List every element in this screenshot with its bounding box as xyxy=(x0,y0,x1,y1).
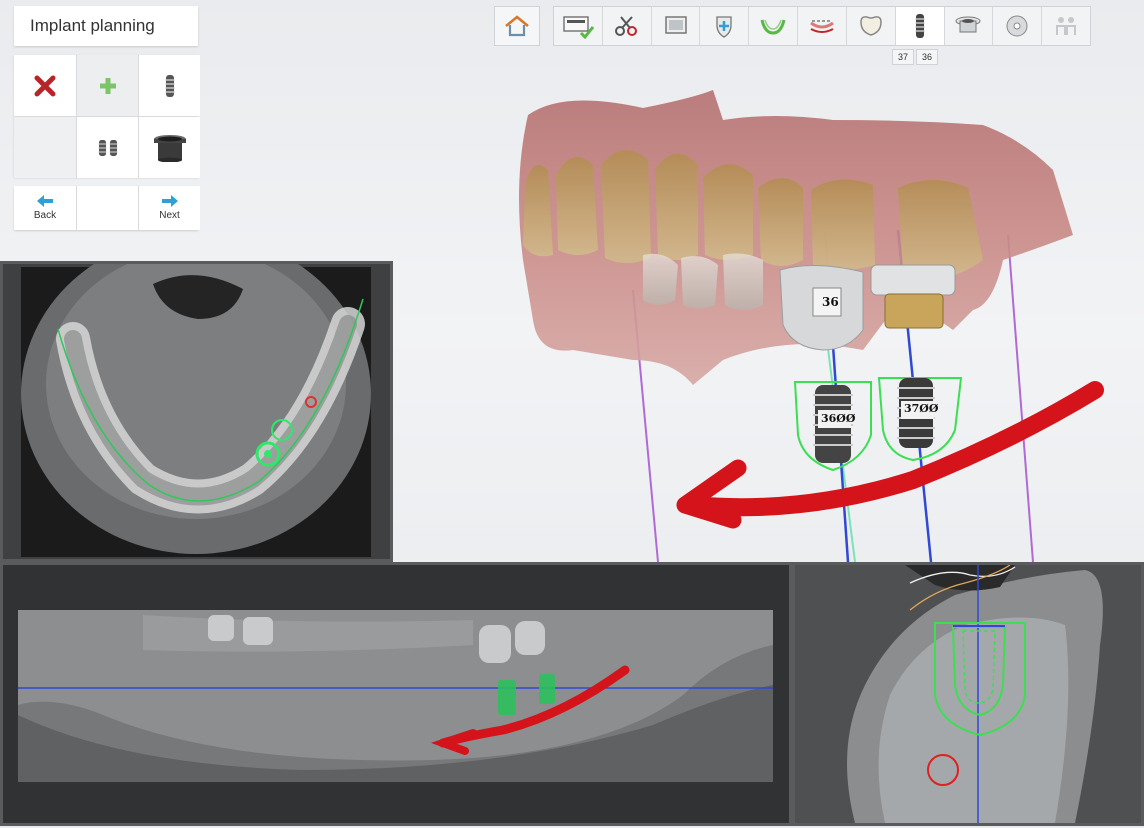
nav-spacer xyxy=(77,186,138,230)
step-occlusion[interactable] xyxy=(798,7,847,45)
page-title: Implant planning xyxy=(14,6,198,46)
people-icon xyxy=(1056,17,1077,35)
page-title-text: Implant planning xyxy=(30,16,155,35)
sleeve-cylinder-icon xyxy=(153,134,186,162)
scan-settings-icon xyxy=(563,16,595,39)
back-label: Back xyxy=(33,210,57,221)
step-people[interactable] xyxy=(1042,7,1090,45)
step-prepare[interactable] xyxy=(700,7,750,45)
step-export[interactable] xyxy=(993,7,1043,45)
3d-view[interactable]: 36 36ØØ 37ØØ xyxy=(393,60,1144,563)
axial-ct-image xyxy=(21,234,371,557)
step-ct-image[interactable] xyxy=(652,7,701,45)
arrow-right-icon xyxy=(161,195,178,207)
cross-section-view[interactable] xyxy=(792,562,1144,826)
implant-label-37: 37ØØ xyxy=(904,402,939,415)
empty-tool-slot xyxy=(14,117,76,178)
delete-implant-button[interactable] xyxy=(14,55,76,116)
margin-icon xyxy=(760,19,786,35)
step-margin[interactable] xyxy=(749,7,799,45)
implant-label-36: 36ØØ xyxy=(821,412,856,425)
implant-icon xyxy=(914,14,925,38)
export-disc-icon xyxy=(1006,15,1028,37)
green-plus-icon xyxy=(99,77,116,94)
sleeve-button[interactable] xyxy=(139,117,200,178)
back-button[interactable]: Back xyxy=(14,186,76,230)
crown-label-36: 36 xyxy=(822,295,839,309)
multiple-implants-button[interactable] xyxy=(77,117,138,178)
step-trim[interactable] xyxy=(603,7,652,45)
arrow-left-icon xyxy=(37,195,53,207)
sleeve-icon xyxy=(955,16,981,33)
axial-ct-view[interactable] xyxy=(0,234,393,562)
navigation-bar: Back Next xyxy=(14,186,200,230)
tool-grid xyxy=(14,55,200,178)
double-implant-icon xyxy=(97,139,118,156)
next-button[interactable]: Next xyxy=(139,186,200,230)
workflow-steps xyxy=(553,6,1091,46)
occlusion-icon xyxy=(810,20,834,33)
3d-model xyxy=(519,90,1104,563)
implant-screw-icon xyxy=(164,74,175,97)
single-implant-button[interactable] xyxy=(139,55,200,116)
cross-section-ct-image xyxy=(795,564,1141,823)
home-icon xyxy=(505,15,529,37)
step-implant[interactable] xyxy=(895,7,945,45)
trim-icon xyxy=(614,16,637,36)
step-scan-settings[interactable] xyxy=(554,7,603,45)
home-button[interactable] xyxy=(494,6,540,46)
red-x-icon xyxy=(34,75,56,96)
panoramic-ct-image xyxy=(18,610,773,782)
step-sleeve[interactable] xyxy=(945,7,994,45)
crown-icon xyxy=(860,16,882,36)
add-implant-button[interactable] xyxy=(77,55,138,116)
step-crown[interactable] xyxy=(847,7,896,45)
ct-image-icon xyxy=(664,16,687,34)
panoramic-view[interactable] xyxy=(0,562,792,826)
next-label: Next xyxy=(159,210,180,221)
prepare-icon xyxy=(716,16,732,38)
